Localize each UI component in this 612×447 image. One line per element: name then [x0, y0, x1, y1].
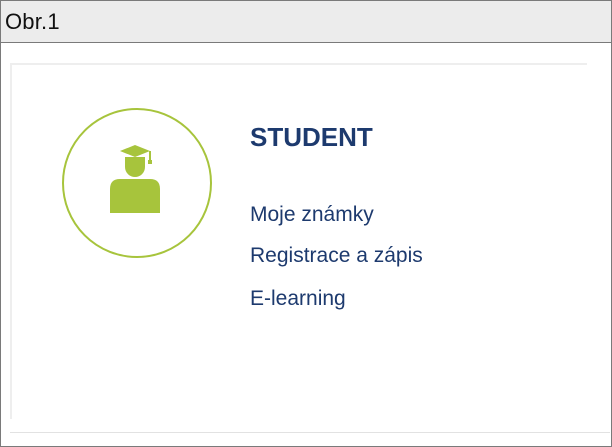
- figure-caption-bar: Obr.1: [1, 1, 611, 43]
- bottom-divider: [10, 432, 610, 433]
- link-e-learning[interactable]: E-learning: [250, 287, 346, 311]
- card-title: STUDENT: [250, 122, 373, 152]
- student-graduate-icon: [110, 145, 160, 213]
- link-moje-znamky[interactable]: Moje známky: [250, 203, 374, 227]
- figure-caption: Obr.1: [5, 9, 60, 34]
- link-registrace-a-zapis[interactable]: Registrace a zápis: [250, 244, 423, 268]
